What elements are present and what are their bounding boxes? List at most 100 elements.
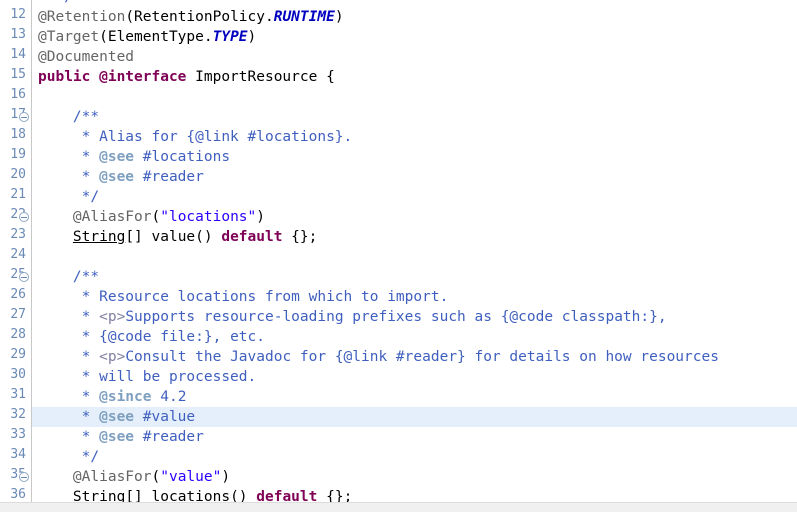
code-token-comment: * will be processed.: [38, 369, 257, 385]
code-line[interactable]: * Alias for {@link #locations}.: [0, 127, 797, 147]
code-line[interactable]: [0, 247, 797, 267]
code-token-comment: *: [38, 349, 100, 365]
line-number: 26: [10, 287, 26, 302]
code-token-jdlink: {@code file:}: [99, 329, 213, 345]
code-token-jdlink: {@link #locations}: [186, 129, 344, 145]
code-token-anno: @Retention: [38, 9, 126, 25]
code-line[interactable]: * {@code file:}, etc.: [0, 327, 797, 347]
fold-collapse-icon[interactable]: [19, 112, 29, 122]
line-number: 23: [10, 227, 26, 242]
code-token-plain: (: [151, 209, 161, 225]
editor-gutter[interactable]: 12 13 14 15 16 17 18 19 20 21 22 23 24 25 26 27 28 29 30 31…: [0, 0, 32, 512]
line-number: 13: [10, 27, 26, 42]
line-number: 28: [10, 327, 26, 342]
code-token-plain: [] value(): [125, 229, 222, 245]
code-token-jdtag: @see: [99, 169, 135, 185]
line-number: 18: [10, 127, 26, 142]
fold-collapse-icon[interactable]: [19, 212, 29, 222]
code-line[interactable]: */: [0, 447, 797, 467]
line-number: 12: [10, 7, 26, 22]
code-line[interactable]: @Target(ElementType.TYPE): [0, 27, 797, 47]
code-line-text: * @since 4.2: [38, 387, 187, 407]
code-token-plain: ): [334, 9, 344, 25]
line-number: 36: [10, 487, 26, 502]
code-line[interactable]: * <p>Supports resource-loading prefixes …: [0, 307, 797, 327]
code-line-text: /**: [38, 107, 99, 127]
code-line[interactable]: @Retention(RetentionPolicy.RUNTIME): [0, 7, 797, 27]
code-line-text: public @interface ImportResource {: [38, 67, 335, 87]
code-token-plain: {};: [282, 229, 318, 245]
code-line[interactable]: * @see #reader: [0, 167, 797, 187]
code-token-jdhtml: <p>: [99, 349, 126, 365]
code-token-jdtag: @see: [99, 429, 135, 445]
code-line[interactable]: @AliasFor("value"): [0, 467, 797, 487]
code-line[interactable]: /**: [0, 267, 797, 287]
code-line[interactable]: public @interface ImportResource {: [0, 67, 797, 87]
code-token-anno: @AliasFor: [72, 209, 152, 225]
code-token-comment: #locations: [134, 149, 231, 165]
code-token-comment: *: [38, 309, 100, 325]
code-line-text: @Target(ElementType.TYPE): [38, 27, 256, 47]
code-token-comment: .: [343, 129, 353, 145]
code-token-comment: , etc.: [212, 329, 265, 345]
code-line-text: */: [38, 187, 99, 207]
code-token-static: TYPE: [212, 29, 248, 45]
code-line-current[interactable]: * @see #value: [0, 407, 797, 427]
code-token-jdtag: @see: [99, 149, 135, 165]
code-token-anno: @AliasFor: [72, 469, 152, 485]
code-line-text: */: [38, 447, 99, 467]
code-token-string: "value": [160, 469, 222, 485]
code-line[interactable]: * @see #locations: [0, 147, 797, 167]
code-token-comment: ,: [657, 309, 667, 325]
code-token-comment: #reader: [134, 429, 204, 445]
code-token-plain: ): [247, 29, 257, 45]
code-line[interactable]: /**: [0, 107, 797, 127]
code-token-plain: (ElementType.: [99, 29, 213, 45]
code-lines-container[interactable]: */@Retention(RetentionPolicy.RUNTIME)@Ta…: [0, 0, 797, 512]
code-line-text: * {@code file:}, etc.: [38, 327, 265, 347]
code-token-plain: (: [151, 469, 161, 485]
code-line[interactable]: * @since 4.2: [0, 387, 797, 407]
code-editor[interactable]: */@Retention(RetentionPolicy.RUNTIME)@Ta…: [0, 0, 797, 512]
code-line-text: * will be processed.: [38, 367, 257, 387]
code-token-keyword: public @interface: [38, 69, 187, 85]
code-line[interactable]: */: [0, 187, 797, 207]
code-token-jdlink: {@link #reader}: [334, 349, 466, 365]
code-token-comment: #value: [134, 409, 196, 425]
code-line[interactable]: [0, 87, 797, 107]
line-number: 29: [10, 347, 26, 362]
code-token-comment: */: [55, 0, 72, 5]
code-token-plain: (RetentionPolicy.: [125, 9, 274, 25]
editor-bottom-divider: [0, 502, 797, 512]
line-number: 21: [10, 187, 26, 202]
code-line[interactable]: * will be processed.: [0, 367, 797, 387]
line-number: 24: [10, 247, 26, 262]
code-line[interactable]: */: [0, 0, 797, 7]
code-token-comment: *: [38, 429, 100, 445]
fold-collapse-icon[interactable]: [19, 272, 29, 282]
code-token-comment: *: [38, 169, 100, 185]
code-token-static: RUNTIME: [273, 9, 335, 25]
code-line-text: @Retention(RetentionPolicy.RUNTIME): [38, 7, 344, 27]
code-token-jdhtml: <p>: [99, 309, 126, 325]
line-number: 30: [10, 367, 26, 382]
code-token-jdtag: @since: [99, 389, 152, 405]
code-line[interactable]: * Resource locations from which to impor…: [0, 287, 797, 307]
code-token-comment: *: [38, 389, 100, 405]
code-line[interactable]: String[] value() default {};: [0, 227, 797, 247]
code-line[interactable]: * <p>Consult the Javadoc for {@link #rea…: [0, 347, 797, 367]
code-line[interactable]: @AliasFor("locations"): [0, 207, 797, 227]
fold-collapse-icon[interactable]: [19, 472, 29, 482]
code-token-jdtag: @see: [99, 409, 135, 425]
code-line[interactable]: * @see #reader: [0, 427, 797, 447]
code-token-jdlink: {@code classpath:}: [500, 309, 658, 325]
line-number: 19: [10, 147, 26, 162]
code-line-text: @AliasFor("value"): [38, 467, 230, 487]
code-line[interactable]: @Documented: [0, 47, 797, 67]
code-token-comment: /**: [38, 109, 100, 125]
code-token-comment: */: [38, 189, 100, 205]
